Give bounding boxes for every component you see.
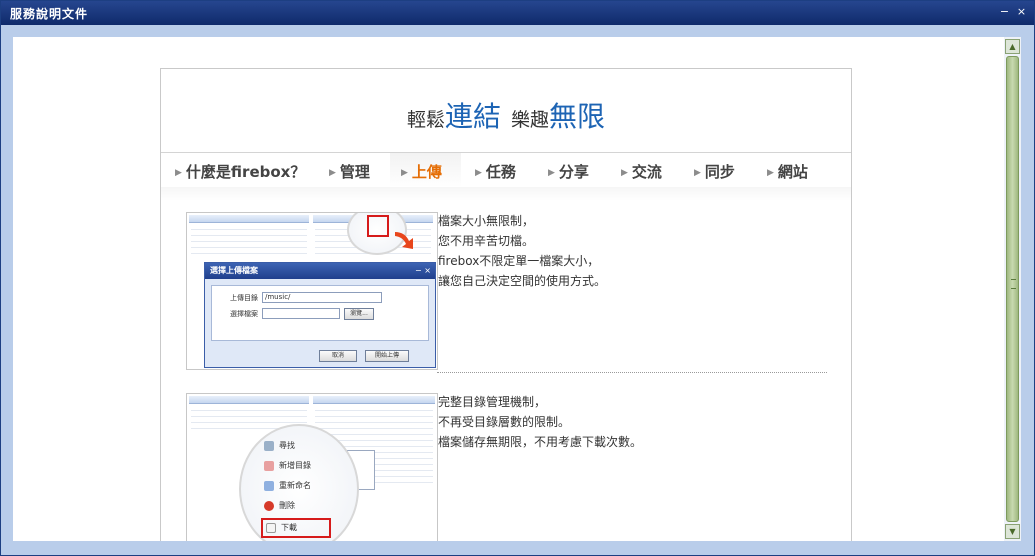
nav-item-manage[interactable]: ▶ 管理 bbox=[329, 161, 370, 182]
fm-toolbar-left-2 bbox=[189, 396, 309, 404]
window-frame-right bbox=[1021, 37, 1034, 555]
delete-icon bbox=[264, 501, 274, 511]
window-title: 服務說明文件 bbox=[10, 7, 89, 21]
triangle-right-icon: ▶ bbox=[694, 168, 701, 178]
menu-item-new-folder[interactable]: 新增目錄 bbox=[261, 456, 331, 476]
manage-description: 完整目錄管理機制， 不再受目錄層數的限制。 檔案儲存無期限，不用考慮下載次數。 bbox=[438, 395, 643, 449]
upload-dialog-body: 上傳目錄 /music/ 選擇檔案 瀏覽... bbox=[211, 285, 429, 341]
help-document-window: 服務說明文件 − × 輕鬆連結 樂趣無限 ▶ 什麼是firebox？ ▶ 管理 ▶ 上傳… bbox=[0, 0, 1035, 556]
nav-item-what-is-firebox[interactable]: ▶ 什麼是firebox？ bbox=[175, 161, 305, 182]
upload-description: 檔案大小無限制， 您不用辛苦切檔。 firebox不限定單一檔案大小， 讓您自己… bbox=[438, 214, 607, 288]
triangle-right-icon: ▶ bbox=[475, 168, 482, 178]
upload-dir-field[interactable]: /music/ bbox=[262, 292, 382, 303]
scroll-thumb[interactable] bbox=[1006, 56, 1019, 522]
help-nav: ▶ 什麼是firebox？ ▶ 管理 ▶ 上傳 ▶ 任務 ▶ 分享 ▶ 交流 ▶ 同步 ▶ 網站 bbox=[161, 153, 851, 187]
rename-icon bbox=[264, 481, 274, 491]
triangle-right-icon: ▶ bbox=[767, 168, 774, 178]
window-frame-left bbox=[1, 37, 13, 555]
nav-item-tasks[interactable]: ▶ 任務 bbox=[475, 161, 516, 182]
minimize-button[interactable]: − bbox=[998, 5, 1011, 19]
slogan-banner: 輕鬆連結 樂趣無限 bbox=[161, 95, 851, 135]
window-titlebar[interactable]: 服務說明文件 − × bbox=[1, 1, 1034, 25]
nav-item-upload[interactable]: ▶ 上傳 bbox=[401, 161, 442, 182]
section-divider bbox=[437, 372, 827, 373]
download-icon bbox=[266, 523, 276, 533]
menu-item-delete[interactable]: 刪除 bbox=[261, 496, 331, 516]
window-frame-top bbox=[1, 25, 1034, 37]
upload-file-field[interactable] bbox=[262, 308, 340, 319]
scroll-down-button[interactable]: ▼ bbox=[1005, 524, 1020, 539]
folder-add-icon bbox=[264, 461, 274, 471]
triangle-right-icon: ▶ bbox=[621, 168, 628, 178]
browse-button[interactable]: 瀏覽... bbox=[344, 308, 374, 320]
slogan-part1-small: 輕鬆 bbox=[406, 109, 445, 131]
nav-item-website[interactable]: ▶ 網站 bbox=[767, 161, 808, 182]
grip-icon bbox=[1011, 279, 1016, 289]
menu-item-rename[interactable]: 重新命名 bbox=[261, 476, 331, 496]
close-button[interactable]: × bbox=[1015, 5, 1028, 19]
slogan-part1-big: 連結 bbox=[444, 100, 501, 133]
scroll-up-button[interactable]: ▲ bbox=[1005, 39, 1020, 54]
upload-dir-label: 上傳目錄 bbox=[230, 294, 258, 302]
context-menu: 尋找 新增目錄 重新命名 刪除 下載 bbox=[261, 436, 333, 541]
nav-shadow bbox=[161, 187, 851, 201]
triangle-right-icon: ▶ bbox=[548, 168, 555, 178]
triangle-right-icon: ▶ bbox=[401, 168, 408, 178]
document-content: 輕鬆連結 樂趣無限 ▶ 什麼是firebox？ ▶ 管理 ▶ 上傳 ▶ 任務 ▶ 分享 ▶ 交… bbox=[13, 37, 1004, 541]
cancel-upload-button[interactable]: 取消 bbox=[319, 350, 357, 362]
manage-screenshot: 尋找 新增目錄 重新命名 刪除 下載 bbox=[186, 393, 438, 541]
arrow-down-right-icon bbox=[395, 232, 413, 249]
upload-file-label: 選擇檔案 bbox=[230, 310, 258, 318]
slogan-part2-big: 無限 bbox=[549, 100, 606, 133]
slogan-part2-small: 樂趣 bbox=[511, 109, 550, 131]
upload-button-highlight bbox=[367, 215, 389, 237]
start-upload-button[interactable]: 開始上傳 bbox=[365, 350, 409, 362]
nav-item-share[interactable]: ▶ 分享 bbox=[548, 161, 589, 182]
vertical-scrollbar[interactable]: ▲ ▼ bbox=[1004, 37, 1021, 541]
triangle-right-icon: ▶ bbox=[329, 168, 336, 178]
fm-toolbar-left bbox=[189, 215, 309, 223]
triangle-right-icon: ▶ bbox=[175, 168, 182, 178]
upload-dialog-close[interactable]: − × bbox=[415, 263, 431, 279]
menu-item-search[interactable]: 尋找 bbox=[261, 436, 331, 456]
upload-screenshot: 選擇上傳檔案 − × 上傳目錄 /music/ 選擇檔案 瀏覽... 取消 開始… bbox=[186, 212, 438, 370]
fm-toolbar-right-2 bbox=[313, 396, 435, 404]
upload-dialog-title: 選擇上傳檔案 bbox=[205, 263, 435, 279]
help-panel: 輕鬆連結 樂趣無限 ▶ 什麼是firebox？ ▶ 管理 ▶ 上傳 ▶ 任務 ▶ 分享 ▶ 交… bbox=[160, 68, 852, 541]
window-frame-bottom bbox=[1, 541, 1034, 555]
nav-item-sync[interactable]: ▶ 同步 bbox=[694, 161, 735, 182]
upload-dialog: 選擇上傳檔案 − × 上傳目錄 /music/ 選擇檔案 瀏覽... 取消 開始… bbox=[204, 262, 436, 368]
search-icon bbox=[264, 441, 274, 451]
menu-item-download[interactable]: 下載 bbox=[261, 518, 331, 538]
nav-item-exchange[interactable]: ▶ 交流 bbox=[621, 161, 662, 182]
